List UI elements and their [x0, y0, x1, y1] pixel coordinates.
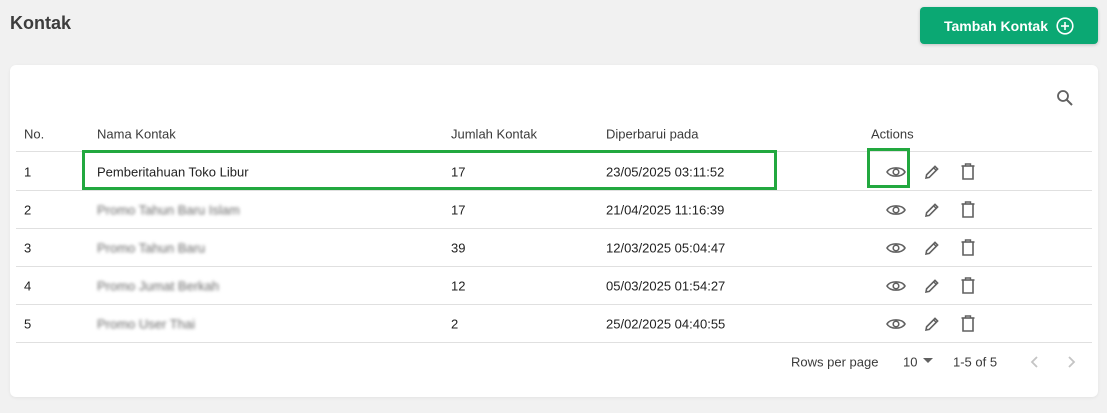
row-contact-name: Promo User Thai	[97, 316, 196, 331]
trash-icon[interactable]	[950, 153, 986, 191]
row-actions	[878, 191, 986, 228]
column-header-name[interactable]: Nama Kontak	[97, 127, 176, 142]
table-row: 3 Promo Tahun Baru 39 12/03/2025 05:04:47	[16, 229, 1092, 267]
row-contact-count: 17	[451, 202, 466, 217]
row-actions	[878, 305, 986, 342]
row-contact-count: 12	[451, 278, 466, 293]
column-header-actions: Actions	[871, 126, 914, 142]
pencil-icon[interactable]	[914, 229, 950, 267]
row-contact-name: Promo Tahun Baru Islam	[97, 202, 240, 217]
trash-icon[interactable]	[950, 191, 986, 229]
pencil-icon[interactable]	[914, 153, 950, 191]
row-actions	[878, 267, 986, 304]
rows-per-page-label: Rows per page	[791, 354, 879, 370]
row-updated-at: 05/03/2025 01:54:27	[606, 278, 726, 293]
table-row: 5 Promo User Thai 2 25/02/2025 04:40:55	[16, 305, 1092, 343]
row-contact-count: 39	[451, 240, 466, 255]
row-actions	[878, 229, 986, 266]
row-number: 4	[24, 278, 32, 293]
chevron-left-icon[interactable]	[1026, 353, 1044, 371]
row-number: 2	[24, 202, 32, 217]
pencil-icon[interactable]	[914, 267, 950, 305]
row-actions	[878, 153, 986, 190]
row-number: 3	[24, 240, 32, 255]
row-contact-name: Pemberitahuan Toko Libur	[97, 164, 249, 179]
rows-per-page-select[interactable]: 10	[903, 355, 917, 370]
pagination-range: 1-5 of 5	[953, 354, 998, 370]
row-contact-name: Promo Tahun Baru	[97, 240, 206, 255]
column-header-updated[interactable]: Diperbarui pada	[606, 127, 699, 142]
eye-icon[interactable]	[878, 191, 914, 229]
pencil-icon[interactable]	[914, 305, 950, 343]
table-header: No. Nama Kontak Jumlah Kontak Diperbarui…	[16, 117, 1092, 152]
table-row: 4 Promo Jumat Berkah 12 05/03/2025 01:54:27	[16, 267, 1092, 305]
chevron-down-icon[interactable]	[923, 358, 933, 364]
page-title: Kontak	[10, 13, 72, 33]
eye-icon[interactable]	[878, 153, 914, 191]
row-number: 5	[24, 316, 32, 331]
table-pagination: Rows per page 10 1-5 of 5	[10, 345, 1098, 379]
row-contact-name: Promo Jumat Berkah	[97, 278, 220, 293]
search-icon[interactable]	[1056, 89, 1074, 107]
contacts-card: No. Nama Kontak Jumlah Kontak Diperbarui…	[10, 65, 1098, 397]
plus-circle-icon	[1056, 16, 1074, 35]
add-contact-button-label: Tambah Kontak	[944, 17, 1048, 34]
table-row: 1 Pemberitahuan Toko Libur 17 23/05/2025 03…	[16, 153, 1092, 191]
trash-icon[interactable]	[950, 267, 986, 305]
eye-icon[interactable]	[878, 267, 914, 305]
row-updated-at: 25/02/2025 04:40:55	[606, 316, 726, 331]
trash-icon[interactable]	[950, 229, 986, 267]
row-contact-count: 2	[451, 316, 459, 331]
row-updated-at: 12/03/2025 05:04:47	[606, 240, 726, 255]
row-number: 1	[24, 164, 32, 179]
row-updated-at: 23/05/2025 03:11:52	[606, 164, 725, 179]
add-contact-button[interactable]: Tambah Kontak	[920, 7, 1098, 44]
column-header-count[interactable]: Jumlah Kontak	[451, 127, 537, 142]
eye-icon[interactable]	[878, 229, 914, 267]
column-header-no[interactable]: No.	[24, 127, 44, 142]
trash-icon[interactable]	[950, 305, 986, 343]
row-contact-count: 17	[451, 164, 466, 179]
table-row: 2 Promo Tahun Baru Islam 17 21/04/2025 11:1…	[16, 191, 1092, 229]
chevron-right-icon[interactable]	[1062, 353, 1080, 371]
pencil-icon[interactable]	[914, 191, 950, 229]
row-updated-at: 21/04/2025 11:16:39	[606, 202, 725, 217]
eye-icon[interactable]	[878, 305, 914, 343]
